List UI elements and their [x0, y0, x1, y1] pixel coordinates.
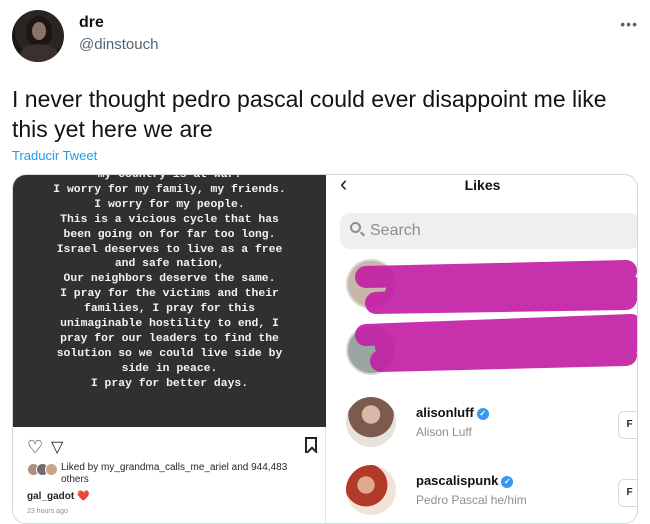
follow-button[interactable]: F: [618, 479, 637, 507]
statement-text: my country is at war. I worry for my fami…: [13, 175, 326, 392]
likes-list-screenshot: ‹ Likes Search alisonluff ✓ Alison Luff F…: [326, 175, 637, 523]
statement-line: Israel deserves to live as a free: [56, 243, 283, 256]
statement-line: Our neighbors deserve the same.: [63, 273, 276, 286]
like-row[interactable]: pascalispunk ✓ Pedro Pascal he/him F: [340, 465, 637, 523]
verified-badge-icon: ✓: [501, 475, 514, 488]
avatar-face: [32, 22, 46, 40]
like-username[interactable]: alisonluff ✓: [416, 405, 489, 420]
statement-image: my country is at war. I worry for my fami…: [13, 175, 326, 427]
statement-line: my country is at war.: [97, 175, 242, 181]
instagram-post-screenshot: my country is at war. I worry for my fami…: [13, 175, 326, 523]
post-username-text: gal_gadot: [27, 491, 75, 502]
like-row-redacted[interactable]: [340, 325, 637, 385]
search-icon: [350, 222, 361, 233]
like-username-text: alisonluff: [416, 405, 474, 420]
avatar[interactable]: [12, 10, 64, 62]
like-username-text: pascalispunk: [416, 473, 499, 488]
heart-icon[interactable]: ♡: [27, 437, 43, 458]
more-horizontal-icon[interactable]: •••: [620, 16, 638, 32]
liked-by-text[interactable]: Liked by my_grandma_calls_me_ariel and 9…: [61, 462, 317, 486]
heart-emoji: ❤️: [77, 491, 90, 502]
follow-button[interactable]: F: [618, 411, 637, 439]
translate-tweet-link[interactable]: Traducir Tweet: [12, 148, 97, 163]
avatar-shoulders: [20, 44, 58, 62]
likes-title: Likes: [464, 177, 501, 193]
post-actions: ♡ ▽: [27, 437, 317, 457]
statement-line: and safe nation,: [114, 258, 225, 271]
search-input[interactable]: Search: [340, 213, 637, 249]
avatar: [346, 465, 396, 515]
statement-line: pray for our leaders to find the: [60, 332, 279, 345]
statement-line: solution so we could live side by: [56, 347, 283, 360]
tweet-media[interactable]: my country is at war. I worry for my fami…: [12, 174, 638, 524]
statement-line: been going on for far too long.: [63, 228, 276, 241]
liked-avatar: [45, 463, 58, 476]
avatar: [346, 397, 396, 447]
tweet-text: I never thought pedro pascal could ever …: [12, 86, 607, 142]
liked-by-avatars: [27, 463, 58, 477]
statement-line: I pray for the victims and their: [60, 288, 279, 301]
avatar: [346, 325, 396, 375]
tweet-header: dre @dinstouch •••: [12, 8, 638, 64]
like-row-redacted[interactable]: [340, 259, 637, 319]
display-name[interactable]: dre: [79, 14, 104, 32]
statement-line: families, I pray for this: [84, 303, 255, 316]
bookmark-icon[interactable]: [305, 437, 317, 453]
statement-line: I worry for my people.: [94, 198, 245, 211]
send-icon[interactable]: ▽: [51, 437, 63, 457]
statement-line: unimaginable hostility to end, I: [60, 318, 279, 331]
statement-line: side in peace.: [121, 362, 218, 375]
post-username[interactable]: gal_gadot ❤️: [27, 491, 89, 502]
user-handle[interactable]: @dinstouch: [79, 36, 158, 53]
like-fullname: Alison Luff: [416, 425, 472, 439]
like-fullname: Pedro Pascal he/him: [416, 493, 527, 507]
search-placeholder: Search: [370, 222, 421, 239]
statement-line: I worry for my family, my friends.: [53, 183, 286, 196]
verified-badge-icon: ✓: [476, 407, 489, 420]
statement-line: I pray for better days.: [90, 377, 249, 390]
avatar: [346, 259, 396, 309]
statement-line: This is a vicious cycle that has: [60, 213, 279, 226]
post-timestamp: 23 hours ago: [27, 508, 68, 515]
like-row[interactable]: alisonluff ✓ Alison Luff F: [340, 397, 637, 457]
like-username[interactable]: pascalispunk ✓: [416, 473, 514, 488]
